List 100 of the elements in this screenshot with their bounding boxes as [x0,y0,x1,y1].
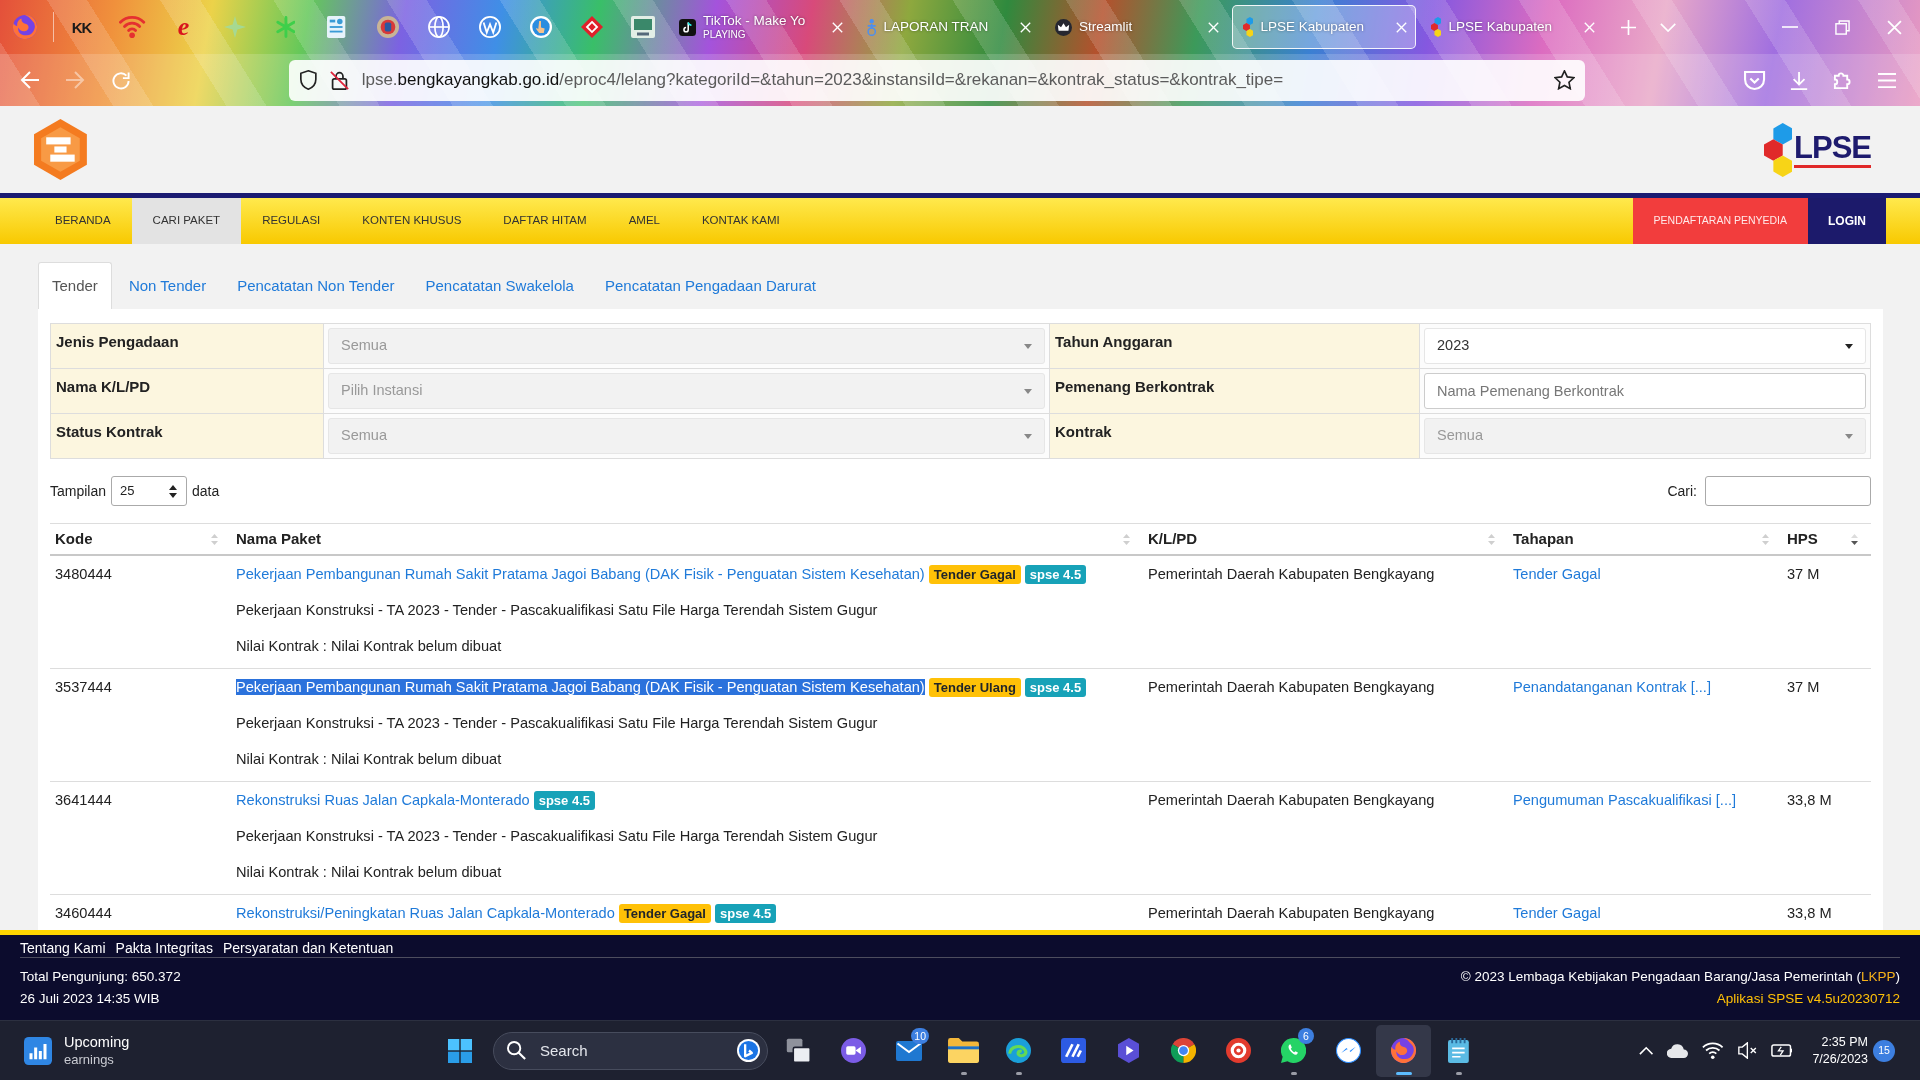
signal-icon[interactable] [119,16,146,38]
stage-link[interactable]: Pengumuman Pascakualifikasi [...] [1513,792,1737,808]
package-link[interactable]: Pekerjaan Pembangunan Rumah Sakit Pratama Jagoi Babang (DAK Fisik - Penguatan Sistem Kesehatan) [236,566,925,582]
address-field[interactable]: lpse.bengkayangkab.go.id/eproc4/lelang?kategoriId=&tahun=2023&instansiId=&rekanan=&kontrak_status=&kontrak_tipe= [289,59,1585,101]
nav-link[interactable]: KONTEN KHUSUS [341,198,483,244]
monitor-icon[interactable] [630,16,655,38]
pinned-tab[interactable]: KK [71,19,92,35]
search-field[interactable]: Search [493,1031,768,1070]
notepad-icon [1448,1038,1469,1063]
back-icon[interactable] [19,71,39,89]
wifi-icon[interactable] [1702,1042,1724,1059]
globe-icon[interactable] [427,16,450,38]
flame-globe-icon[interactable] [13,15,37,39]
zigzag-circle-icon[interactable] [478,16,501,38]
bar-chart-icon[interactable] [24,1036,52,1065]
shield-icon[interactable] [300,70,317,90]
clock-date[interactable]: 7/26/2023 [1812,1050,1868,1068]
filter-label: Nama K/L/PD [51,369,324,414]
restore-icon[interactable] [1834,19,1850,35]
tab[interactable]: Non Tender [114,262,221,309]
column-header: HPS [1787,529,1818,549]
battery-icon[interactable] [1770,1044,1793,1057]
close-icon[interactable] [1396,21,1407,33]
search-field[interactable] [1705,476,1871,506]
dropdown-field[interactable]: Pilih Instansi [328,373,1045,409]
playing-label: PLAYING [703,29,746,41]
emblem-icon[interactable] [376,16,399,38]
tab[interactable]: Pencatatan Swakelola [411,262,588,309]
package-link[interactable]: Rekonstruksi/Peningkatan Ruas Jalan Capkala-Monterado [236,905,615,921]
nav-link[interactable]: CARI PAKET [131,198,242,244]
diamond-icon[interactable] [580,16,603,38]
page-size-select[interactable]: 25 [111,476,188,506]
taskbar-app[interactable] [1376,1024,1431,1077]
reload-icon[interactable] [111,70,131,90]
chevron-up-icon[interactable] [1639,1046,1654,1055]
notification-count[interactable]: 15 [1873,1039,1895,1062]
clock-time[interactable]: 2:35 PM [1812,1033,1868,1051]
crossed-lock-icon[interactable] [329,70,349,90]
package-code: 3641444 [55,792,112,808]
dropdown-field[interactable]: Semua [328,328,1045,364]
tab[interactable]: Pencatatan Pengadaan Darurat [590,262,830,309]
package-detail: Pekerjaan Konstruksi - TA 2023 - Tender - Pascakualifikasi Satu File Harga Terendah Sistem Gugur [236,827,879,846]
nav-link[interactable]: KONTAK KAMI [680,198,801,244]
register-button[interactable]: PENDAFTARAN PENYEDIA [1632,198,1808,244]
package-code: 3537444 [55,679,112,695]
text-field[interactable]: Nama Pemenang Berkontrak [1424,373,1866,409]
menu-icon[interactable] [1877,72,1897,88]
puzzle-piece-icon[interactable] [1833,70,1853,90]
browser-tab[interactable]: LAPORAN TRAN [856,5,1040,49]
column-header: Nama Paket [236,529,322,549]
document-icon[interactable] [327,16,346,38]
close-icon[interactable] [832,21,843,33]
person-ring-icon [867,18,877,36]
footer-link[interactable]: Persyaratan dan Ketentuan [222,937,394,959]
stage-link[interactable]: Tender Gagal [1513,566,1601,582]
pinned-tab[interactable]: e [177,14,190,40]
taskbar-app[interactable]: 6 [1266,1024,1321,1077]
swirl-badge-icon[interactable] [737,1039,760,1062]
package-link[interactable]: Rekonstruksi Ruas Jalan Capkala-Monterado [236,792,530,808]
sort-icon[interactable] [1851,533,1858,545]
taskbar-app[interactable]: 10 [881,1024,936,1077]
download-icon[interactable] [1789,70,1809,90]
close-icon[interactable] [1208,21,1219,33]
nav-link[interactable]: AMEL [607,198,681,244]
tab[interactable]: Tender [38,262,112,309]
tab[interactable]: Pencatatan Non Tender [223,262,409,309]
browser-tab[interactable]: LPSE Kabupaten [1232,5,1416,49]
pointer-circle-icon[interactable] [529,16,552,38]
dropdown-field[interactable]: Semua [328,418,1045,454]
plus-icon[interactable] [1620,19,1636,35]
hexagon-logo-icon[interactable] [34,119,87,180]
chevron-down-icon[interactable] [1659,22,1677,32]
music-note-icon [679,18,696,36]
star-icon[interactable] [1554,70,1575,90]
widget-subtitle[interactable]: earnings [64,1051,130,1068]
year-select[interactable]: 2023 [1424,328,1866,364]
browser-tab[interactable]: LPSE Kabupaten [1420,5,1604,49]
browser-tab[interactable]: TikTok - Make Yo PLAYING [668,5,852,49]
length-suffix: data [192,481,220,501]
nav-link[interactable]: REGULASI [241,198,342,244]
dropdown-field[interactable]: Semua [1424,418,1866,454]
package-link[interactable]: Pekerjaan Pembangunan Rumah Sakit Pratama Jagoi Babang (DAK Fisik - Penguatan Sistem Kesehatan) [236,679,925,695]
browser-tab[interactable]: Streamlit [1044,5,1228,49]
start-icon[interactable] [448,1038,472,1063]
footer-link[interactable]: Pakta Integritas [115,937,213,959]
widget-title[interactable]: Upcoming [64,1033,130,1051]
close-icon[interactable] [1886,19,1902,35]
cloud-icon[interactable] [1667,1043,1689,1058]
footer-link[interactable]: Tentang Kami [20,937,106,959]
muted-speaker-icon[interactable] [1737,1042,1757,1059]
chevron-shield-icon[interactable] [1744,70,1766,90]
agency-name: Pemerintah Daerah Kabupaten Bengkayang [1148,566,1435,582]
login-button[interactable]: LOGIN [1808,198,1886,244]
close-icon[interactable] [1020,21,1031,33]
stage-link[interactable]: Penandatanganan Kontrak [...] [1513,679,1711,695]
nav-link[interactable]: DAFTAR HITAM [482,198,608,244]
lkpp-link[interactable]: LKPP [1860,969,1896,984]
stage-link[interactable]: Tender Gagal [1513,905,1601,921]
close-icon[interactable] [1584,21,1595,33]
nav-link[interactable]: BERANDA [34,198,132,244]
